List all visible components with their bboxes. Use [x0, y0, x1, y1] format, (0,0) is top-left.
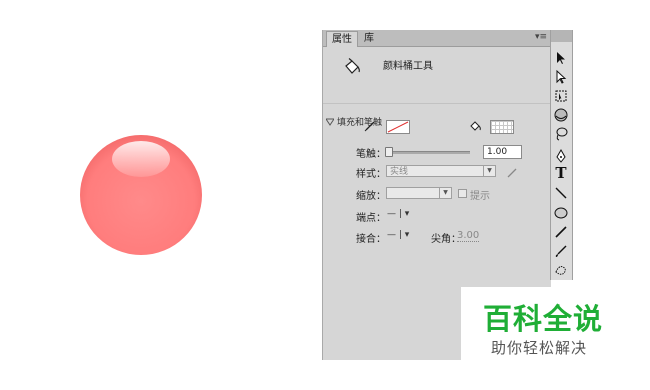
fill-color-swatch[interactable]: [490, 120, 514, 134]
fill-bucket-icon: [470, 121, 481, 131]
scale-label: 缩放：: [356, 191, 386, 202]
miter-value[interactable]: 3.00: [457, 230, 480, 242]
stroke-width-input[interactable]: 1.00: [483, 145, 522, 159]
tab-library[interactable]: 库: [359, 31, 379, 46]
watermark: 百科全说 助你轻松解决: [461, 287, 633, 367]
tool-header: 颜料桶工具: [323, 47, 551, 104]
glossy-red-sphere[interactable]: [78, 133, 204, 257]
selection-tool-icon[interactable]: [553, 50, 569, 66]
style-row: 样式： 实线 ▼: [323, 163, 551, 180]
oval-tool-icon[interactable]: [553, 205, 569, 221]
cap-dropdown[interactable]: — | ▾: [387, 209, 409, 219]
join-row: 接合： — | ▾ 尖角： 3.00: [323, 229, 551, 245]
watermark-subtitle: 助你轻松解决: [491, 339, 588, 357]
line-tool-icon[interactable]: [553, 185, 569, 201]
tool-name: 颜料桶工具: [383, 61, 433, 72]
3d-rotation-tool-icon[interactable]: [553, 107, 569, 123]
cap-label: 端点：: [356, 213, 386, 224]
style-label: 样式：: [356, 169, 386, 180]
pen-tool-icon[interactable]: [553, 148, 569, 164]
free-transform-tool-icon[interactable]: [553, 88, 569, 104]
stroke-label: 笔触：: [356, 149, 386, 160]
color-row: [323, 118, 551, 134]
deco-tool-icon[interactable]: [553, 262, 569, 278]
scale-dropdown[interactable]: ▼: [386, 187, 452, 199]
stroke-width-row: 笔触： 1.00: [323, 143, 551, 160]
toolbar-grip[interactable]: [551, 30, 572, 42]
text-tool-icon[interactable]: T: [553, 165, 569, 181]
stroke-slider-track[interactable]: [386, 151, 470, 154]
cap-value: —: [387, 209, 396, 219]
stroke-slider-thumb[interactable]: [385, 147, 393, 157]
cap-row: 端点： — | ▾: [323, 208, 551, 224]
join-dropdown[interactable]: — | ▾: [387, 230, 409, 240]
stage-canvas[interactable]: [0, 0, 320, 390]
join-value: —: [387, 230, 396, 240]
style-dropdown[interactable]: 实线 ▼: [386, 165, 496, 177]
join-label: 接合：: [356, 234, 386, 245]
hint-checkbox[interactable]: [458, 189, 467, 198]
tab-properties[interactable]: 属性: [326, 31, 358, 47]
hint-label: 提示: [470, 191, 490, 202]
panel-tabbar: 属性 库 ▾≡: [323, 30, 551, 47]
stroke-pencil-icon: [364, 121, 375, 132]
edit-stroke-style-icon[interactable]: [506, 167, 518, 179]
style-value: 实线: [390, 167, 409, 177]
brush-tool-icon[interactable]: [553, 243, 569, 259]
chevron-down-icon: ▼: [439, 188, 451, 198]
panel-menu-icon[interactable]: ▾≡: [535, 32, 547, 42]
paint-bucket-icon: [345, 58, 360, 74]
scale-row: 缩放： ▼ 提示: [323, 185, 551, 202]
pencil-tool-icon[interactable]: [553, 224, 569, 240]
chevron-down-icon: ▼: [483, 166, 495, 176]
tools-toolbar: T: [550, 30, 573, 280]
stroke-color-swatch[interactable]: [386, 120, 410, 134]
watermark-title: 百科全说: [483, 302, 604, 336]
subselection-tool-icon[interactable]: [553, 69, 569, 85]
lasso-tool-icon[interactable]: [553, 126, 569, 142]
